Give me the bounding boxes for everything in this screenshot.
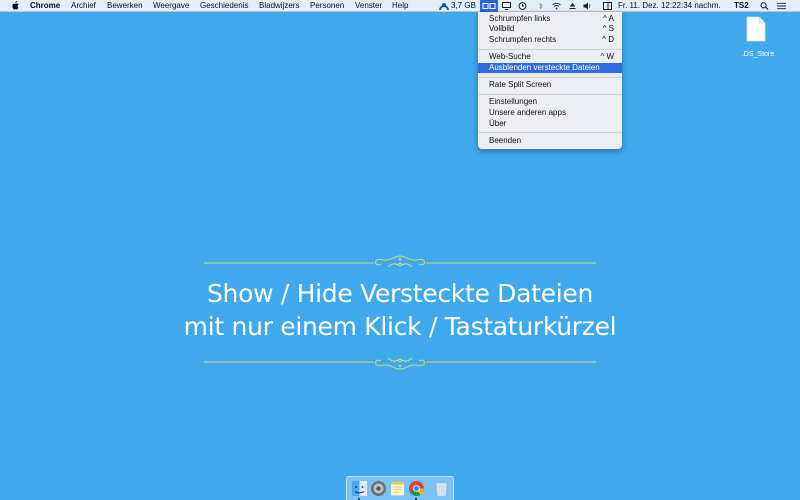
- menu-item-label: Beenden: [489, 136, 522, 145]
- finder-icon[interactable]: [351, 480, 368, 497]
- menu-item-label: Schrumpfen rechts: [489, 35, 557, 44]
- split-screen-dropdown-menu: Schrumpfen links ^ A Vollbild ^ S Schrum…: [478, 12, 622, 149]
- wifi-icon[interactable]: [552, 2, 561, 10]
- menu-item-label: Vollbild: [489, 24, 515, 33]
- promo-headline-line-2: mit nur einem Klick / Tastaturkürzel: [183, 312, 617, 341]
- menu-item-label: Über: [489, 119, 507, 128]
- menu-geschiedenis[interactable]: Geschiedenis: [200, 0, 248, 12]
- eject-icon[interactable]: [568, 2, 577, 10]
- menu-item-label: Ausblenden versteckte Dateien: [489, 63, 600, 72]
- menu-archief[interactable]: Archief: [71, 0, 96, 12]
- chrome-icon[interactable]: [408, 480, 425, 497]
- menu-separator: [478, 132, 622, 133]
- trash-icon[interactable]: [433, 480, 450, 497]
- menu-item-unsere-anderen-apps[interactable]: Unsere anderen apps: [478, 108, 622, 118]
- menu-weergave[interactable]: Weergave: [153, 0, 189, 12]
- menu-separator: [478, 94, 622, 95]
- menu-help[interactable]: Help: [392, 0, 408, 12]
- menu-item-schrumpfen-links[interactable]: Schrumpfen links ^ A: [478, 14, 622, 24]
- volume-icon[interactable]: [583, 2, 592, 10]
- promo-headline-line-1: Show / Hide Versteckte Dateien: [206, 279, 594, 308]
- notes-icon[interactable]: [389, 480, 406, 497]
- menu-item-beenden[interactable]: Beenden: [478, 136, 622, 146]
- menu-bar: Chrome Archief Bewerken Weergave Geschie…: [0, 0, 800, 12]
- menu-item-schrumpfen-rechts[interactable]: Schrumpfen rechts ^ D: [478, 35, 622, 45]
- menu-item-label: Einstellungen: [489, 97, 538, 106]
- menu-item-shortcut: ^ S: [602, 24, 614, 33]
- desktop-file-ds-store[interactable]: .DS_Store: [736, 16, 780, 62]
- menu-bewerken[interactable]: Bewerken: [107, 0, 143, 12]
- menu-item-rate-split-screen[interactable]: Rate Split Screen: [478, 80, 622, 90]
- dock: [346, 476, 454, 500]
- menu-item-label: Web-Suche: [489, 52, 531, 61]
- top-ornament-divider: [204, 253, 596, 273]
- bottom-ornament-divider: [204, 352, 596, 372]
- spotlight-search-icon[interactable]: [760, 2, 769, 10]
- file-name: .DS_Store: [741, 51, 775, 58]
- menu-item-label: Unsere anderen apps: [489, 108, 566, 117]
- menu-separator: [478, 77, 622, 78]
- system-preferences-icon[interactable]: [370, 480, 387, 497]
- user-name[interactable]: TS2: [734, 0, 749, 12]
- display-icon[interactable]: [502, 2, 511, 10]
- menu-item-label: Schrumpfen links: [489, 14, 551, 23]
- clock[interactable]: Fr. 11. Dez. 12:22:34 nachm.: [618, 0, 721, 12]
- menu-item-ausblenden-versteckte-dateien[interactable]: Ausblenden versteckte Dateien: [478, 63, 622, 73]
- split-screen-icon[interactable]: [480, 0, 498, 12]
- document-icon: [746, 16, 766, 42]
- menu-item-shortcut: ^ W: [600, 52, 614, 61]
- menu-item-web-suche[interactable]: Web-Suche ^ W: [478, 52, 622, 62]
- memory-readout: 3,7 GB: [451, 1, 476, 10]
- apple-menu-icon[interactable]: [11, 0, 19, 14]
- menu-venster[interactable]: Venster: [355, 0, 382, 12]
- menu-item-shortcut: ^ D: [602, 35, 614, 44]
- time-machine-icon[interactable]: [518, 2, 527, 10]
- menu-separator: [478, 49, 622, 50]
- bluetooth-icon[interactable]: [536, 2, 545, 10]
- menu-item-shortcut: ^ A: [603, 14, 614, 23]
- notification-list-icon[interactable]: [777, 2, 787, 10]
- menu-item-ueber[interactable]: Über: [478, 119, 622, 129]
- menu-bladwijzers[interactable]: Bladwijzers: [259, 0, 299, 12]
- menu-personen[interactable]: Personen: [310, 0, 344, 12]
- memory-monitor-icon[interactable]: [439, 1, 449, 11]
- notification-center-icon[interactable]: [603, 2, 612, 10]
- menu-item-einstellungen[interactable]: Einstellungen: [478, 97, 622, 107]
- menu-item-vollbild[interactable]: Vollbild ^ S: [478, 24, 622, 34]
- menu-item-label: Rate Split Screen: [489, 80, 552, 89]
- menu-app-name[interactable]: Chrome: [30, 0, 60, 12]
